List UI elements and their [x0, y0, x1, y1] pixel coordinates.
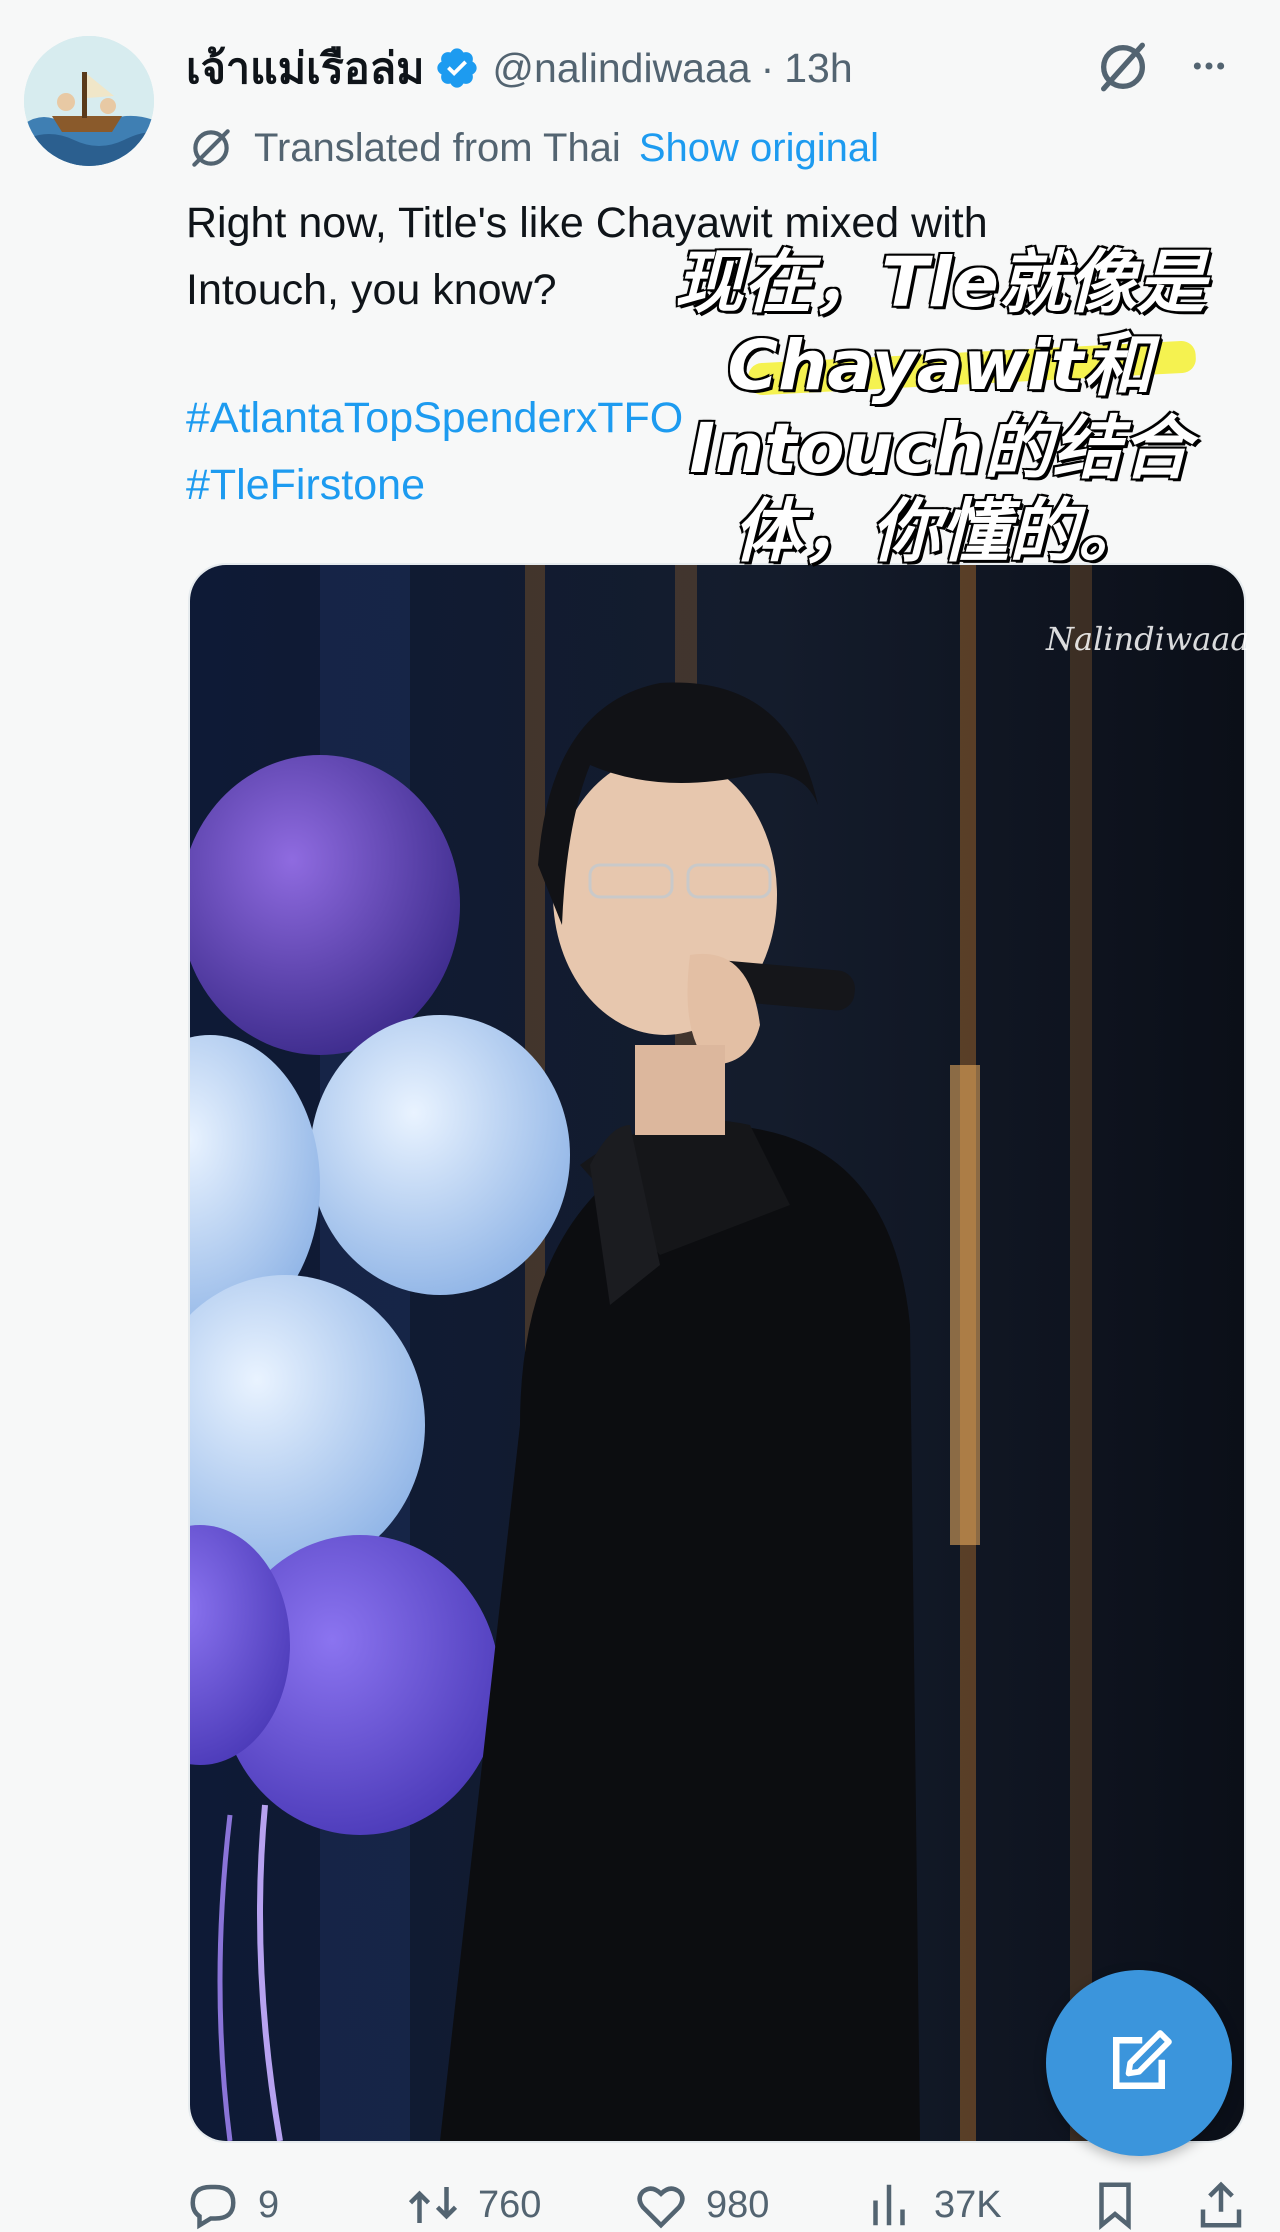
display-name[interactable]: เจ้าแม่เรือล่ม	[186, 34, 424, 102]
share-icon	[1200, 2181, 1242, 2228]
more-options-icon[interactable]	[1186, 46, 1232, 86]
translated-from-label: Translated from Thai	[254, 125, 621, 170]
reply-button[interactable]: 9	[186, 2178, 279, 2232]
translate-icon	[192, 129, 230, 167]
caption-line: Intouch的结合	[689, 409, 1191, 489]
compose-button[interactable]	[1046, 1970, 1232, 2156]
caption-line: 现在，Tle就像是	[674, 243, 1206, 323]
reply-icon	[190, 2184, 236, 2230]
like-count: 980	[706, 2183, 770, 2226]
views-button[interactable]: 37K	[862, 2178, 1002, 2232]
like-icon	[637, 2186, 685, 2229]
overlay-caption: 现在，Tle就像是 Chayawit和 Intouch的结合 体，你懂的。	[640, 242, 1240, 574]
timestamp[interactable]: 13h	[784, 45, 852, 92]
caption-line: 体，你懂的。	[733, 492, 1147, 572]
grok-icon[interactable]	[1094, 38, 1152, 96]
show-original-link[interactable]: Show original	[639, 126, 879, 171]
hashtag-link[interactable]: #AtlantaTopSpenderxTFO	[186, 394, 683, 443]
separator: ·	[760, 44, 775, 91]
retweet-button[interactable]: 760	[406, 2178, 541, 2232]
caption-line: Chayawit和	[727, 326, 1153, 406]
compose-icon	[1113, 2030, 1172, 2089]
photo-watermark: Nalindiwaaa	[1046, 620, 1250, 658]
verified-badge-icon	[437, 48, 478, 88]
views-icon	[873, 2184, 905, 2226]
bookmark-button[interactable]	[1088, 2178, 1142, 2232]
translation-row: Translated from Thai Show original	[186, 118, 879, 178]
bookmark-icon	[1099, 2182, 1131, 2231]
like-button[interactable]: 980	[634, 2178, 769, 2232]
retweet-icon	[408, 2187, 458, 2223]
avatar[interactable]	[24, 36, 154, 166]
retweet-count: 760	[478, 2183, 542, 2226]
user-handle[interactable]: @nalindiwaaa	[492, 45, 750, 92]
tweet-photo[interactable]	[188, 563, 1246, 2143]
tweet-action-bar: 9 760 980 37K	[186, 2178, 1276, 2231]
reply-count: 9	[258, 2183, 280, 2226]
share-button[interactable]	[1194, 2178, 1248, 2232]
tweet-header: เจ้าแม่เรือล่ม @nalindiwaaa · 13h	[186, 36, 853, 100]
hashtag-link[interactable]: #TleFirstone	[186, 461, 425, 510]
views-count: 37K	[934, 2183, 1002, 2226]
